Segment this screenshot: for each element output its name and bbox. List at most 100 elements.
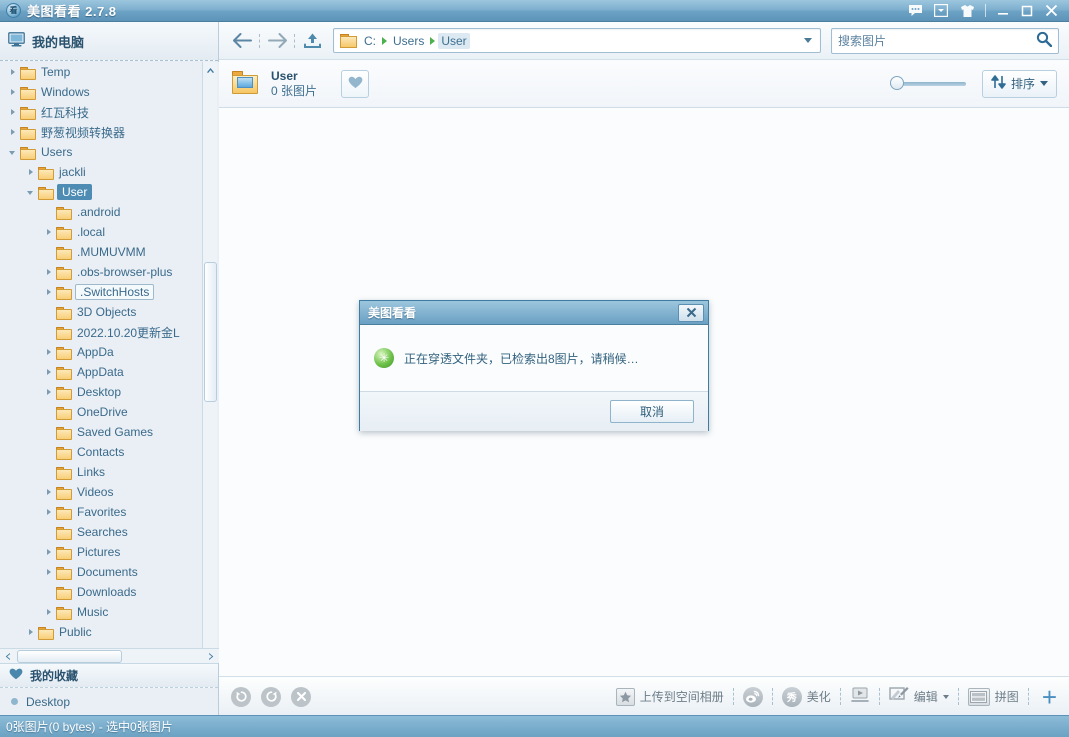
tree-item-jackli[interactable]: jackli bbox=[0, 162, 219, 182]
tree-item-2022-10-20-l[interactable]: 2022.10.20更新金L bbox=[0, 322, 219, 342]
rotate-left-icon[interactable] bbox=[231, 686, 251, 707]
collage-label: 拼图 bbox=[994, 690, 1019, 704]
scroll-left-arrow-icon[interactable] bbox=[0, 649, 15, 664]
breadcrumb-item-1[interactable]: Users bbox=[390, 33, 427, 49]
tree-item-videos[interactable]: Videos bbox=[0, 482, 219, 502]
scroll-right-arrow-icon[interactable] bbox=[204, 649, 219, 664]
twisty-expanded-icon[interactable] bbox=[26, 187, 37, 198]
tree-item-pictures[interactable]: Pictures bbox=[0, 542, 219, 562]
twisty-collapsed-icon[interactable] bbox=[44, 567, 55, 578]
tree-item-obs-browser-plus[interactable]: .obs-browser-plus bbox=[0, 262, 219, 282]
maximize-button[interactable] bbox=[1015, 2, 1039, 20]
back-button[interactable] bbox=[229, 28, 255, 54]
tree-item-appdata[interactable]: AppData bbox=[0, 362, 219, 382]
slideshow-button[interactable] bbox=[850, 686, 870, 708]
scroll-up-arrow-icon[interactable] bbox=[203, 62, 218, 78]
twisty-collapsed-icon[interactable] bbox=[8, 67, 19, 78]
close-button[interactable] bbox=[1039, 2, 1063, 20]
tree-item-appda[interactable]: AppDa bbox=[0, 342, 219, 362]
folder-image-count: 0 张图片 bbox=[271, 83, 318, 98]
thumbnail-size-slider[interactable] bbox=[889, 74, 966, 94]
tree-item-downloads[interactable]: Downloads bbox=[0, 582, 219, 602]
status-bar: 0张图片(0 bytes) - 选中0张图片 bbox=[0, 715, 1069, 737]
tree-item-windows[interactable]: Windows bbox=[0, 82, 219, 102]
skin-icon[interactable] bbox=[957, 3, 977, 19]
chevron-down-icon[interactable] bbox=[942, 694, 949, 699]
tree-horizontal-scrollbar[interactable] bbox=[0, 648, 219, 663]
twisty-collapsed-icon[interactable] bbox=[26, 627, 37, 638]
forward-button[interactable] bbox=[264, 28, 290, 54]
twisty-collapsed-icon[interactable] bbox=[44, 367, 55, 378]
add-to-favorites-button[interactable] bbox=[341, 69, 370, 98]
favorite-item-desktop[interactable]: Desktop bbox=[26, 695, 70, 709]
tree-scroll-thumb[interactable] bbox=[204, 262, 217, 402]
dialog-cancel-button[interactable]: 取消 bbox=[610, 400, 694, 423]
twisty-collapsed-icon[interactable] bbox=[44, 387, 55, 398]
twisty-collapsed-icon[interactable] bbox=[8, 127, 19, 138]
tree-hscroll-thumb[interactable] bbox=[17, 649, 122, 663]
tree-item-public[interactable]: Public bbox=[0, 622, 219, 642]
add-button[interactable]: + bbox=[1042, 684, 1057, 710]
upload-to-qzone-button[interactable]: 上传到空间相册 bbox=[615, 687, 724, 706]
twisty-collapsed-icon[interactable] bbox=[44, 547, 55, 558]
tree-item-mumuvmm[interactable]: .MUMUVMM bbox=[0, 242, 219, 262]
beautify-button[interactable]: 秀 美化 bbox=[781, 686, 831, 707]
tree-vertical-scrollbar[interactable] bbox=[202, 62, 217, 663]
twisty-collapsed-icon[interactable] bbox=[26, 167, 37, 178]
tree-item-[interactable]: 红瓦科技 bbox=[0, 102, 219, 122]
address-bar[interactable]: C: Users User bbox=[333, 28, 821, 53]
tree-item-switchhosts[interactable]: .SwitchHosts bbox=[0, 282, 219, 302]
slider-handle[interactable] bbox=[889, 75, 904, 90]
progress-dialog[interactable]: 美图看看 正在穿透文件夹，已检索出8图片，请稍候… 取消 bbox=[359, 300, 709, 431]
twisty-collapsed-icon[interactable] bbox=[8, 107, 19, 118]
folder-tree[interactable]: Temp Windows 红瓦科技 野葱视频转换器 Users jackli User .an… bbox=[0, 62, 219, 663]
folder-icon bbox=[38, 626, 54, 640]
tree-item-local[interactable]: .local bbox=[0, 222, 219, 242]
tree-item-links[interactable]: Links bbox=[0, 462, 219, 482]
twisty-collapsed-icon[interactable] bbox=[44, 287, 55, 298]
minimize-tray-icon[interactable] bbox=[931, 3, 951, 19]
dialog-close-button[interactable] bbox=[678, 303, 704, 322]
tree-item-music[interactable]: Music bbox=[0, 602, 219, 622]
feedback-icon[interactable] bbox=[905, 3, 925, 19]
tree-item-saved-games[interactable]: Saved Games bbox=[0, 422, 219, 442]
upload-up-button[interactable] bbox=[299, 28, 325, 54]
minimize-button[interactable] bbox=[991, 2, 1015, 20]
sidebar-header-my-computer[interactable]: 我的电脑 bbox=[0, 22, 218, 61]
tree-item-contacts[interactable]: Contacts bbox=[0, 442, 219, 462]
twisty-collapsed-icon[interactable] bbox=[44, 227, 55, 238]
twisty-expanded-icon[interactable] bbox=[8, 147, 19, 158]
share-weibo-button[interactable] bbox=[742, 686, 763, 707]
rotate-right-icon[interactable] bbox=[261, 686, 281, 707]
breadcrumb-item-0[interactable]: C: bbox=[361, 33, 379, 49]
sidebar-header-favorites[interactable]: 我的收藏 bbox=[0, 663, 218, 688]
search-input[interactable] bbox=[838, 33, 1036, 48]
tree-item-favorites[interactable]: Favorites bbox=[0, 502, 219, 522]
search-icon[interactable] bbox=[1036, 31, 1053, 50]
tree-item-user[interactable]: User bbox=[0, 182, 219, 202]
twisty-collapsed-icon[interactable] bbox=[44, 507, 55, 518]
tree-item-desktop[interactable]: Desktop bbox=[0, 382, 219, 402]
twisty-collapsed-icon[interactable] bbox=[8, 87, 19, 98]
breadcrumb-item-2[interactable]: User bbox=[438, 32, 470, 49]
dialog-body: 正在穿透文件夹，已检索出8图片，请稍候… bbox=[360, 325, 708, 392]
sort-button[interactable]: 排序 bbox=[981, 69, 1057, 98]
search-box[interactable] bbox=[831, 27, 1059, 54]
edit-button[interactable]: 编辑 bbox=[889, 686, 949, 707]
twisty-collapsed-icon[interactable] bbox=[44, 347, 55, 358]
tree-item-temp[interactable]: Temp bbox=[0, 62, 219, 82]
delete-circle-icon[interactable] bbox=[291, 686, 311, 707]
tree-item-android[interactable]: .android bbox=[0, 202, 219, 222]
tree-item-searches[interactable]: Searches bbox=[0, 522, 219, 542]
twisty-collapsed-icon[interactable] bbox=[44, 487, 55, 498]
twisty-collapsed-icon[interactable] bbox=[44, 607, 55, 618]
twisty-collapsed-icon[interactable] bbox=[44, 267, 55, 278]
collage-button[interactable]: 拼图 bbox=[967, 687, 1019, 706]
qzone-icon bbox=[615, 687, 635, 706]
tree-item-3d-objects[interactable]: 3D Objects bbox=[0, 302, 219, 322]
chevron-down-icon[interactable] bbox=[804, 38, 812, 43]
tree-item-documents[interactable]: Documents bbox=[0, 562, 219, 582]
tree-item-[interactable]: 野葱视频转换器 bbox=[0, 122, 219, 142]
tree-item-users[interactable]: Users bbox=[0, 142, 219, 162]
tree-item-onedrive[interactable]: OneDrive bbox=[0, 402, 219, 422]
